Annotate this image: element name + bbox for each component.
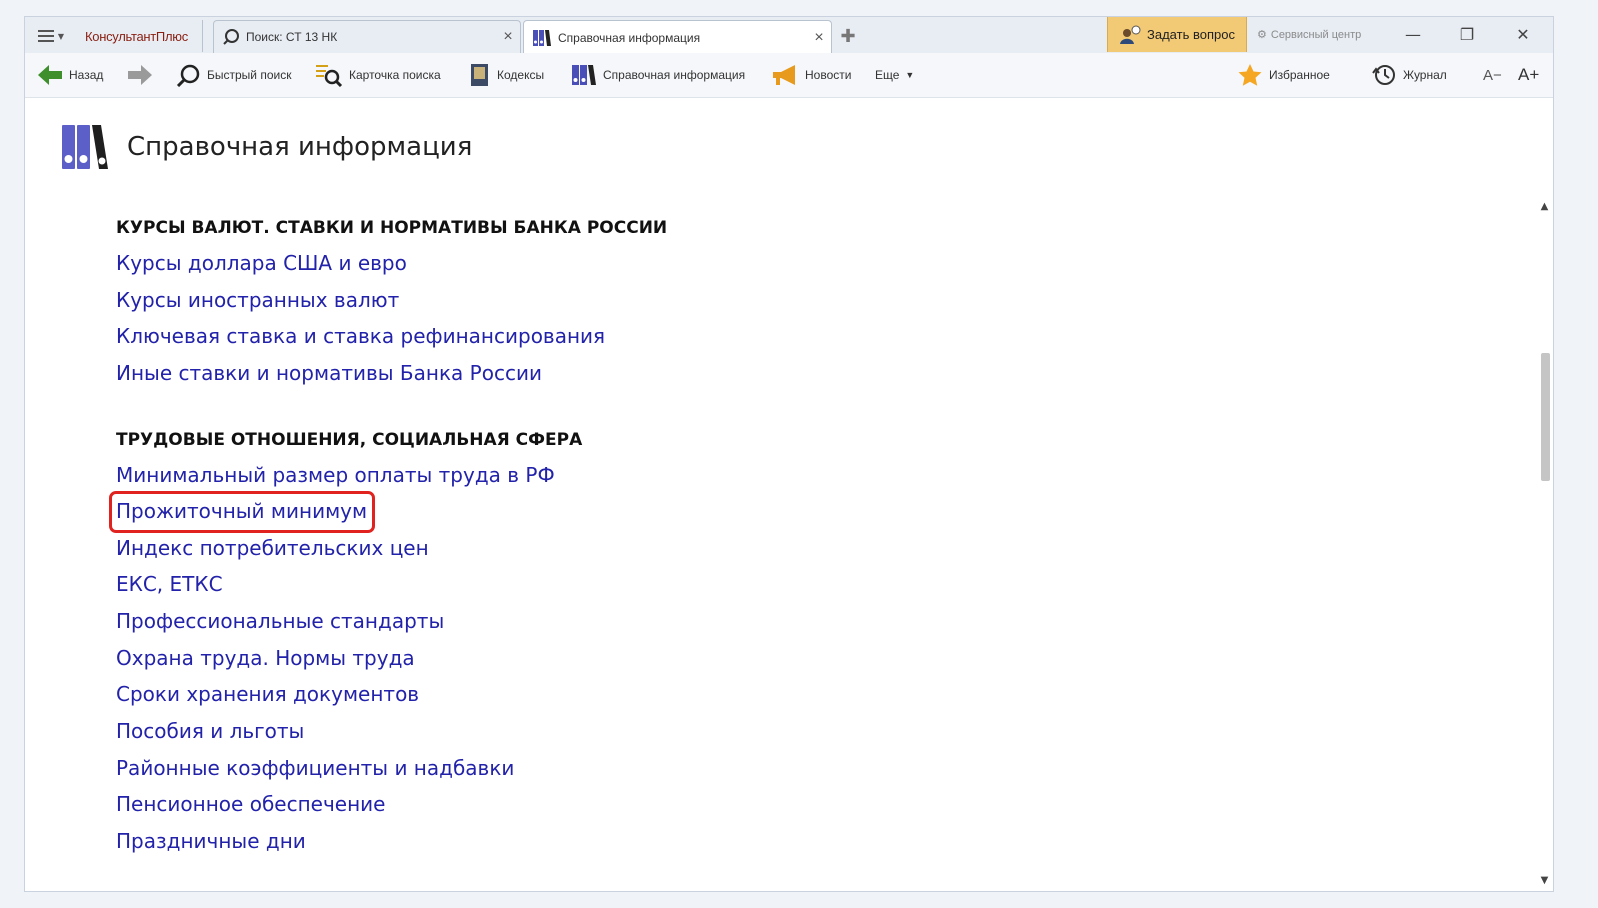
- link-partial-cut[interactable]: [116, 869, 122, 885]
- back-label: Назад: [69, 68, 104, 82]
- page-header: Справочная информация: [61, 124, 472, 170]
- link-pension[interactable]: Пенсионное обеспечение: [116, 792, 385, 816]
- restore-icon: ❐: [1459, 25, 1475, 44]
- tab-reference[interactable]: Справочная информация ×: [523, 20, 832, 54]
- service-icon: ⚙: [1257, 29, 1267, 41]
- link-document-retention[interactable]: Сроки хранения документов: [116, 682, 419, 706]
- back-arrow-icon: [38, 65, 62, 85]
- link-regional-coefficients[interactable]: Районные коэффициенты и надбавки: [116, 756, 514, 780]
- main-menu-button[interactable]: ▼: [31, 23, 71, 49]
- tab-label: Поиск: СТ 13 НК: [246, 30, 338, 44]
- link-other-rates[interactable]: Иные ставки и нормативы Банка России: [116, 361, 542, 385]
- search-card-button[interactable]: Карточка поиска: [315, 53, 441, 97]
- section-title-labor: ТРУДОВЫЕ ОТНОШЕНИЯ, СОЦИАЛЬНАЯ СФЕРА: [116, 430, 583, 450]
- search-card-icon: [316, 65, 343, 87]
- forward-arrow-icon: [128, 65, 152, 85]
- chevron-down-icon: ▼: [57, 31, 65, 41]
- link-benefits[interactable]: Пособия и льготы: [116, 719, 304, 743]
- codes-label: Кодексы: [497, 68, 545, 82]
- reference-button[interactable]: Справочная информация: [571, 53, 745, 97]
- restore-button[interactable]: ❐: [1443, 17, 1491, 52]
- news-label: Новости: [805, 68, 852, 82]
- app-window: ▼ КонсультантПлюс Поиск: СТ 13 НК × Спра…: [24, 16, 1554, 892]
- minimize-button[interactable]: —: [1389, 17, 1437, 52]
- binders-icon: [532, 29, 552, 47]
- ask-question-label: Задать вопрос: [1147, 27, 1235, 42]
- font-increase-button[interactable]: A+: [1518, 53, 1539, 97]
- close-icon[interactable]: ×: [496, 28, 520, 46]
- hamburger-icon: [37, 30, 54, 42]
- codes-button[interactable]: Кодексы: [469, 53, 544, 97]
- scroll-up-icon[interactable]: ▲: [1536, 198, 1553, 214]
- search-icon: [222, 28, 240, 46]
- tab-label: Справочная информация: [558, 30, 701, 45]
- ask-question-button[interactable]: Задать вопрос: [1107, 17, 1247, 52]
- binders-icon: [572, 65, 596, 85]
- close-icon[interactable]: ×: [807, 29, 831, 47]
- section-title-currency: КУРСЫ ВАЛЮТ. СТАВКИ И НОРМАТИВЫ БАНКА РО…: [116, 218, 668, 238]
- link-partial-cut-text: [116, 869, 122, 885]
- scroll-down-icon[interactable]: ▼: [1536, 872, 1553, 888]
- quick-search-label: Быстрый поиск: [207, 68, 292, 82]
- font-decrease-label: A−: [1483, 66, 1502, 84]
- plus-icon: ✚: [840, 25, 856, 47]
- highlight-box: [109, 491, 375, 533]
- news-button[interactable]: Новости: [771, 53, 851, 97]
- close-icon: ✕: [1516, 25, 1530, 44]
- star-icon: [1238, 64, 1262, 86]
- service-center-button[interactable]: ⚙ Сервисный центр: [1257, 17, 1361, 52]
- font-increase-label: A+: [1518, 65, 1540, 84]
- journal-button[interactable]: Журнал: [1371, 53, 1447, 97]
- app-logo: КонсультантПлюс: [85, 28, 188, 44]
- journal-label: Журнал: [1403, 68, 1447, 82]
- link-usd-eur-rates[interactable]: Курсы доллара США и евро: [116, 251, 407, 275]
- history-icon: [1372, 65, 1395, 85]
- close-window-button[interactable]: ✕: [1499, 17, 1547, 52]
- link-professional-standards[interactable]: Профессиональные стандарты: [116, 609, 444, 633]
- back-button[interactable]: Назад: [37, 53, 103, 97]
- search-card-label: Карточка поиска: [349, 68, 441, 82]
- link-labor-protection[interactable]: Охрана труда. Нормы труда: [116, 646, 415, 670]
- reference-label: Справочная информация: [603, 68, 746, 82]
- scrollbar-thumb[interactable]: [1541, 353, 1550, 481]
- page-title: Справочная информация: [127, 132, 473, 162]
- link-minimum-wage[interactable]: Минимальный размер оплаты труда в РФ: [116, 463, 555, 487]
- link-eks-etks[interactable]: ЕКС, ЕТКС: [116, 572, 223, 596]
- more-label: Еще: [875, 68, 900, 82]
- megaphone-icon: [773, 65, 795, 85]
- app-logo-tab[interactable]: КонсультантПлюс: [77, 20, 203, 52]
- search-icon: [176, 64, 200, 87]
- content-area: Справочная информация КУРСЫ ВАЛЮТ. СТАВК…: [25, 98, 1535, 891]
- new-tab-button[interactable]: ✚: [834, 23, 862, 49]
- chevron-down-icon: ▼: [905, 70, 915, 80]
- favorites-label: Избранное: [1269, 68, 1330, 82]
- vertical-scrollbar[interactable]: ▲ ▼: [1536, 198, 1553, 891]
- tab-bar: ▼ КонсультантПлюс Поиск: СТ 13 НК × Спра…: [25, 17, 1553, 54]
- favorites-button[interactable]: Избранное: [1237, 53, 1330, 97]
- font-decrease-button[interactable]: A−: [1483, 53, 1502, 97]
- link-consumer-price-index[interactable]: Индекс потребительских цен: [116, 536, 429, 560]
- minimize-icon: —: [1405, 25, 1421, 44]
- link-foreign-currency-rates[interactable]: Курсы иностранных валют: [116, 288, 399, 312]
- service-center-label: Сервисный центр: [1270, 28, 1362, 41]
- consultant-icon: [1120, 25, 1141, 44]
- tab-search[interactable]: Поиск: СТ 13 НК ×: [213, 20, 521, 53]
- link-key-rate[interactable]: Ключевая ставка и ставка рефинансировани…: [116, 324, 605, 348]
- link-holidays[interactable]: Праздничные дни: [116, 829, 306, 853]
- quick-search-button[interactable]: Быстрый поиск: [175, 53, 291, 97]
- codex-book-icon: [471, 64, 488, 86]
- forward-button[interactable]: [127, 53, 153, 97]
- toolbar: Назад Быстрый поиск Карточка поиска Коде…: [25, 53, 1553, 98]
- binders-icon: [62, 125, 108, 169]
- more-menu-button[interactable]: Еще ▼: [875, 53, 914, 97]
